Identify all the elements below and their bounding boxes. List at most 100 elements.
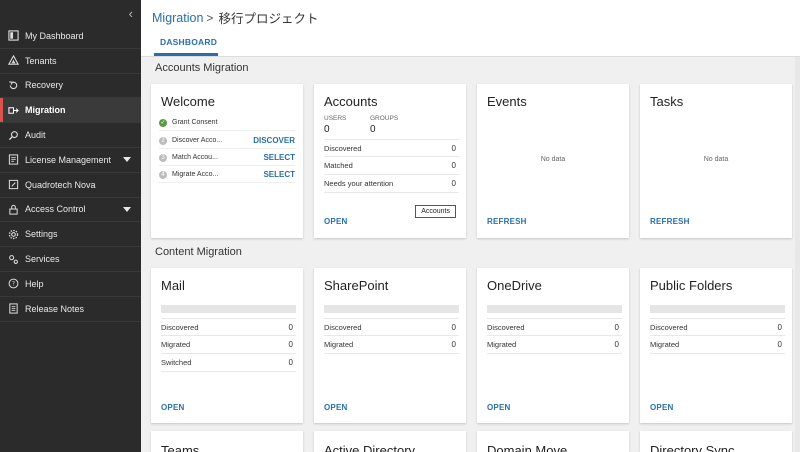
sidebar-item-my-dashboard[interactable]: My Dashboard	[0, 24, 141, 49]
chevron-down-icon[interactable]	[123, 206, 131, 212]
breadcrumb-migration-link[interactable]: Migration	[152, 11, 203, 25]
stat-value: 0	[614, 322, 619, 332]
stat-row-discovered: Discovered 0	[487, 318, 622, 336]
discover-button[interactable]: DISCOVER	[253, 136, 295, 145]
sidebar-item-help[interactable]: ? Help	[0, 272, 141, 297]
active-directory-card: Active Directory	[314, 431, 466, 452]
stat-value: 0	[451, 143, 456, 153]
open-onedrive-button[interactable]: OPEN	[487, 403, 510, 412]
stat-row-discovered: Discovered 0	[161, 318, 296, 336]
sidebar-item-tenants[interactable]: Tenants	[0, 49, 141, 74]
card-title: Active Directory	[324, 443, 416, 452]
open-accounts-button[interactable]: OPEN	[324, 217, 347, 226]
users-count: 0	[324, 124, 330, 135]
breadcrumb: Migration > 移行プロジェクト	[152, 8, 318, 27]
stat-row-migrated: Migrated 0	[161, 336, 296, 354]
sidebar-nav: My Dashboard Tenants Recovery Migration …	[0, 24, 141, 322]
stat-row-migrated: Migrated 0	[650, 336, 785, 354]
onedrive-progress-bar	[487, 305, 622, 313]
help-icon: ?	[8, 278, 19, 289]
stat-row-needs-attention: Needs your attention 0	[324, 175, 459, 193]
dashboard-icon	[8, 30, 19, 42]
collapse-sidebar-icon[interactable]: ‹	[129, 7, 133, 21]
step-number-icon: 2	[159, 136, 167, 145]
license-icon	[8, 154, 19, 165]
sidebar-item-release-notes[interactable]: Release Notes	[0, 297, 141, 322]
step-number-icon: 4	[159, 170, 167, 179]
settings-icon	[8, 229, 19, 240]
stat-label: Switched	[161, 358, 192, 367]
events-card: Events No data REFRESH	[477, 84, 629, 238]
sidebar-item-quadrotech-nova[interactable]: Quadrotech Nova	[0, 173, 141, 198]
sidebar-item-audit[interactable]: Audit	[0, 123, 141, 148]
sidebar-item-migration[interactable]: Migration	[0, 98, 141, 124]
page-scrollbar[interactable]	[795, 57, 800, 452]
sidebar-item-label: License Management	[25, 154, 112, 165]
sidebar-item-label: Services	[25, 254, 60, 265]
stat-row-discovered: Discovered 0	[324, 139, 459, 157]
stat-value: 0	[777, 340, 782, 349]
stat-value: 0	[288, 322, 293, 332]
sidebar-item-label: Audit	[25, 130, 46, 141]
card-title: Tasks	[650, 94, 684, 109]
sidebar-item-access-control[interactable]: Access Control	[0, 198, 141, 223]
stat-label: Discovered	[650, 322, 688, 332]
chevron-down-icon[interactable]	[123, 156, 131, 162]
sidebar-item-services[interactable]: Services	[0, 247, 141, 272]
stat-value: 0	[451, 179, 456, 188]
sidebar-item-label: Tenants	[25, 55, 57, 66]
open-public-folders-button[interactable]: OPEN	[650, 403, 673, 412]
sidebar-item-license-management[interactable]: License Management	[0, 148, 141, 173]
card-title: Domain Move	[487, 443, 568, 452]
step-label: Match Accou...	[172, 154, 218, 161]
svg-text:?: ?	[12, 281, 15, 288]
stat-label: Needs your attention	[324, 179, 394, 188]
mail-progress-bar	[161, 305, 296, 313]
stat-label: Discovered	[161, 322, 199, 332]
no-data-text: No data	[540, 156, 566, 163]
card-title: Directory Sync	[650, 443, 735, 452]
open-sharepoint-button[interactable]: OPEN	[324, 403, 347, 412]
sidebar-item-label: Access Control	[25, 204, 86, 215]
sharepoint-progress-bar	[324, 305, 459, 313]
sidebar-item-recovery[interactable]: Recovery	[0, 74, 141, 99]
stat-label: Discovered	[324, 143, 362, 153]
refresh-tasks-button[interactable]: REFRESH	[650, 217, 690, 226]
open-mail-button[interactable]: OPEN	[161, 403, 184, 412]
sidebar-item-label: My Dashboard	[25, 30, 84, 41]
stat-value: 0	[451, 322, 456, 332]
check-icon: ✓	[159, 118, 167, 127]
card-title: Accounts	[324, 94, 378, 109]
mail-card: Mail Discovered 0 Migrated 0 Switched 0 …	[151, 268, 303, 423]
domain-move-card: Domain Move	[477, 431, 629, 452]
accounts-button[interactable]: Accounts	[415, 205, 456, 218]
stat-label: Matched	[324, 161, 353, 170]
tab-dashboard[interactable]: DASHBOARD	[160, 37, 217, 47]
card-title: Teams	[161, 443, 200, 452]
step-migrate: 4 Migrate Acco... SELECT	[159, 167, 295, 183]
step-label: Grant Consent	[172, 119, 218, 126]
card-title: Welcome	[161, 94, 215, 109]
stat-label: Migrated	[487, 340, 517, 349]
public-folders-progress-bar	[650, 305, 785, 313]
stat-row-discovered: Discovered 0	[650, 318, 785, 336]
accounts-card: Accounts USERS 0 GROUPS 0 Discovered 0 M…	[314, 84, 466, 238]
sidebar-item-label: Help	[25, 278, 44, 289]
refresh-events-button[interactable]: REFRESH	[487, 217, 527, 226]
select-migrate-button[interactable]: SELECT	[263, 170, 295, 179]
sidebar-item-settings[interactable]: Settings	[0, 222, 141, 248]
migration-icon	[8, 105, 19, 116]
sharepoint-card: SharePoint Discovered 0 Migrated 0 OPEN	[314, 268, 466, 423]
public-folders-card: Public Folders Discovered 0 Migrated 0 O…	[640, 268, 792, 423]
sidebar-item-label: Migration	[25, 105, 66, 116]
stat-row-discovered: Discovered 0	[324, 318, 459, 336]
breadcrumb-current: 移行プロジェクト	[218, 12, 319, 26]
stat-row-switched: Switched 0	[161, 354, 296, 372]
access-control-icon	[8, 204, 19, 215]
select-match-button[interactable]: SELECT	[263, 153, 295, 162]
stat-value: 0	[777, 322, 782, 332]
welcome-card: Welcome ✓ Grant Consent 2 Discover Acco.…	[151, 84, 303, 238]
breadcrumb-separator: >	[206, 10, 214, 25]
page-header: Migration > 移行プロジェクト DASHBOARD	[141, 0, 800, 57]
section-title-content-migration: Content Migration	[155, 246, 242, 258]
